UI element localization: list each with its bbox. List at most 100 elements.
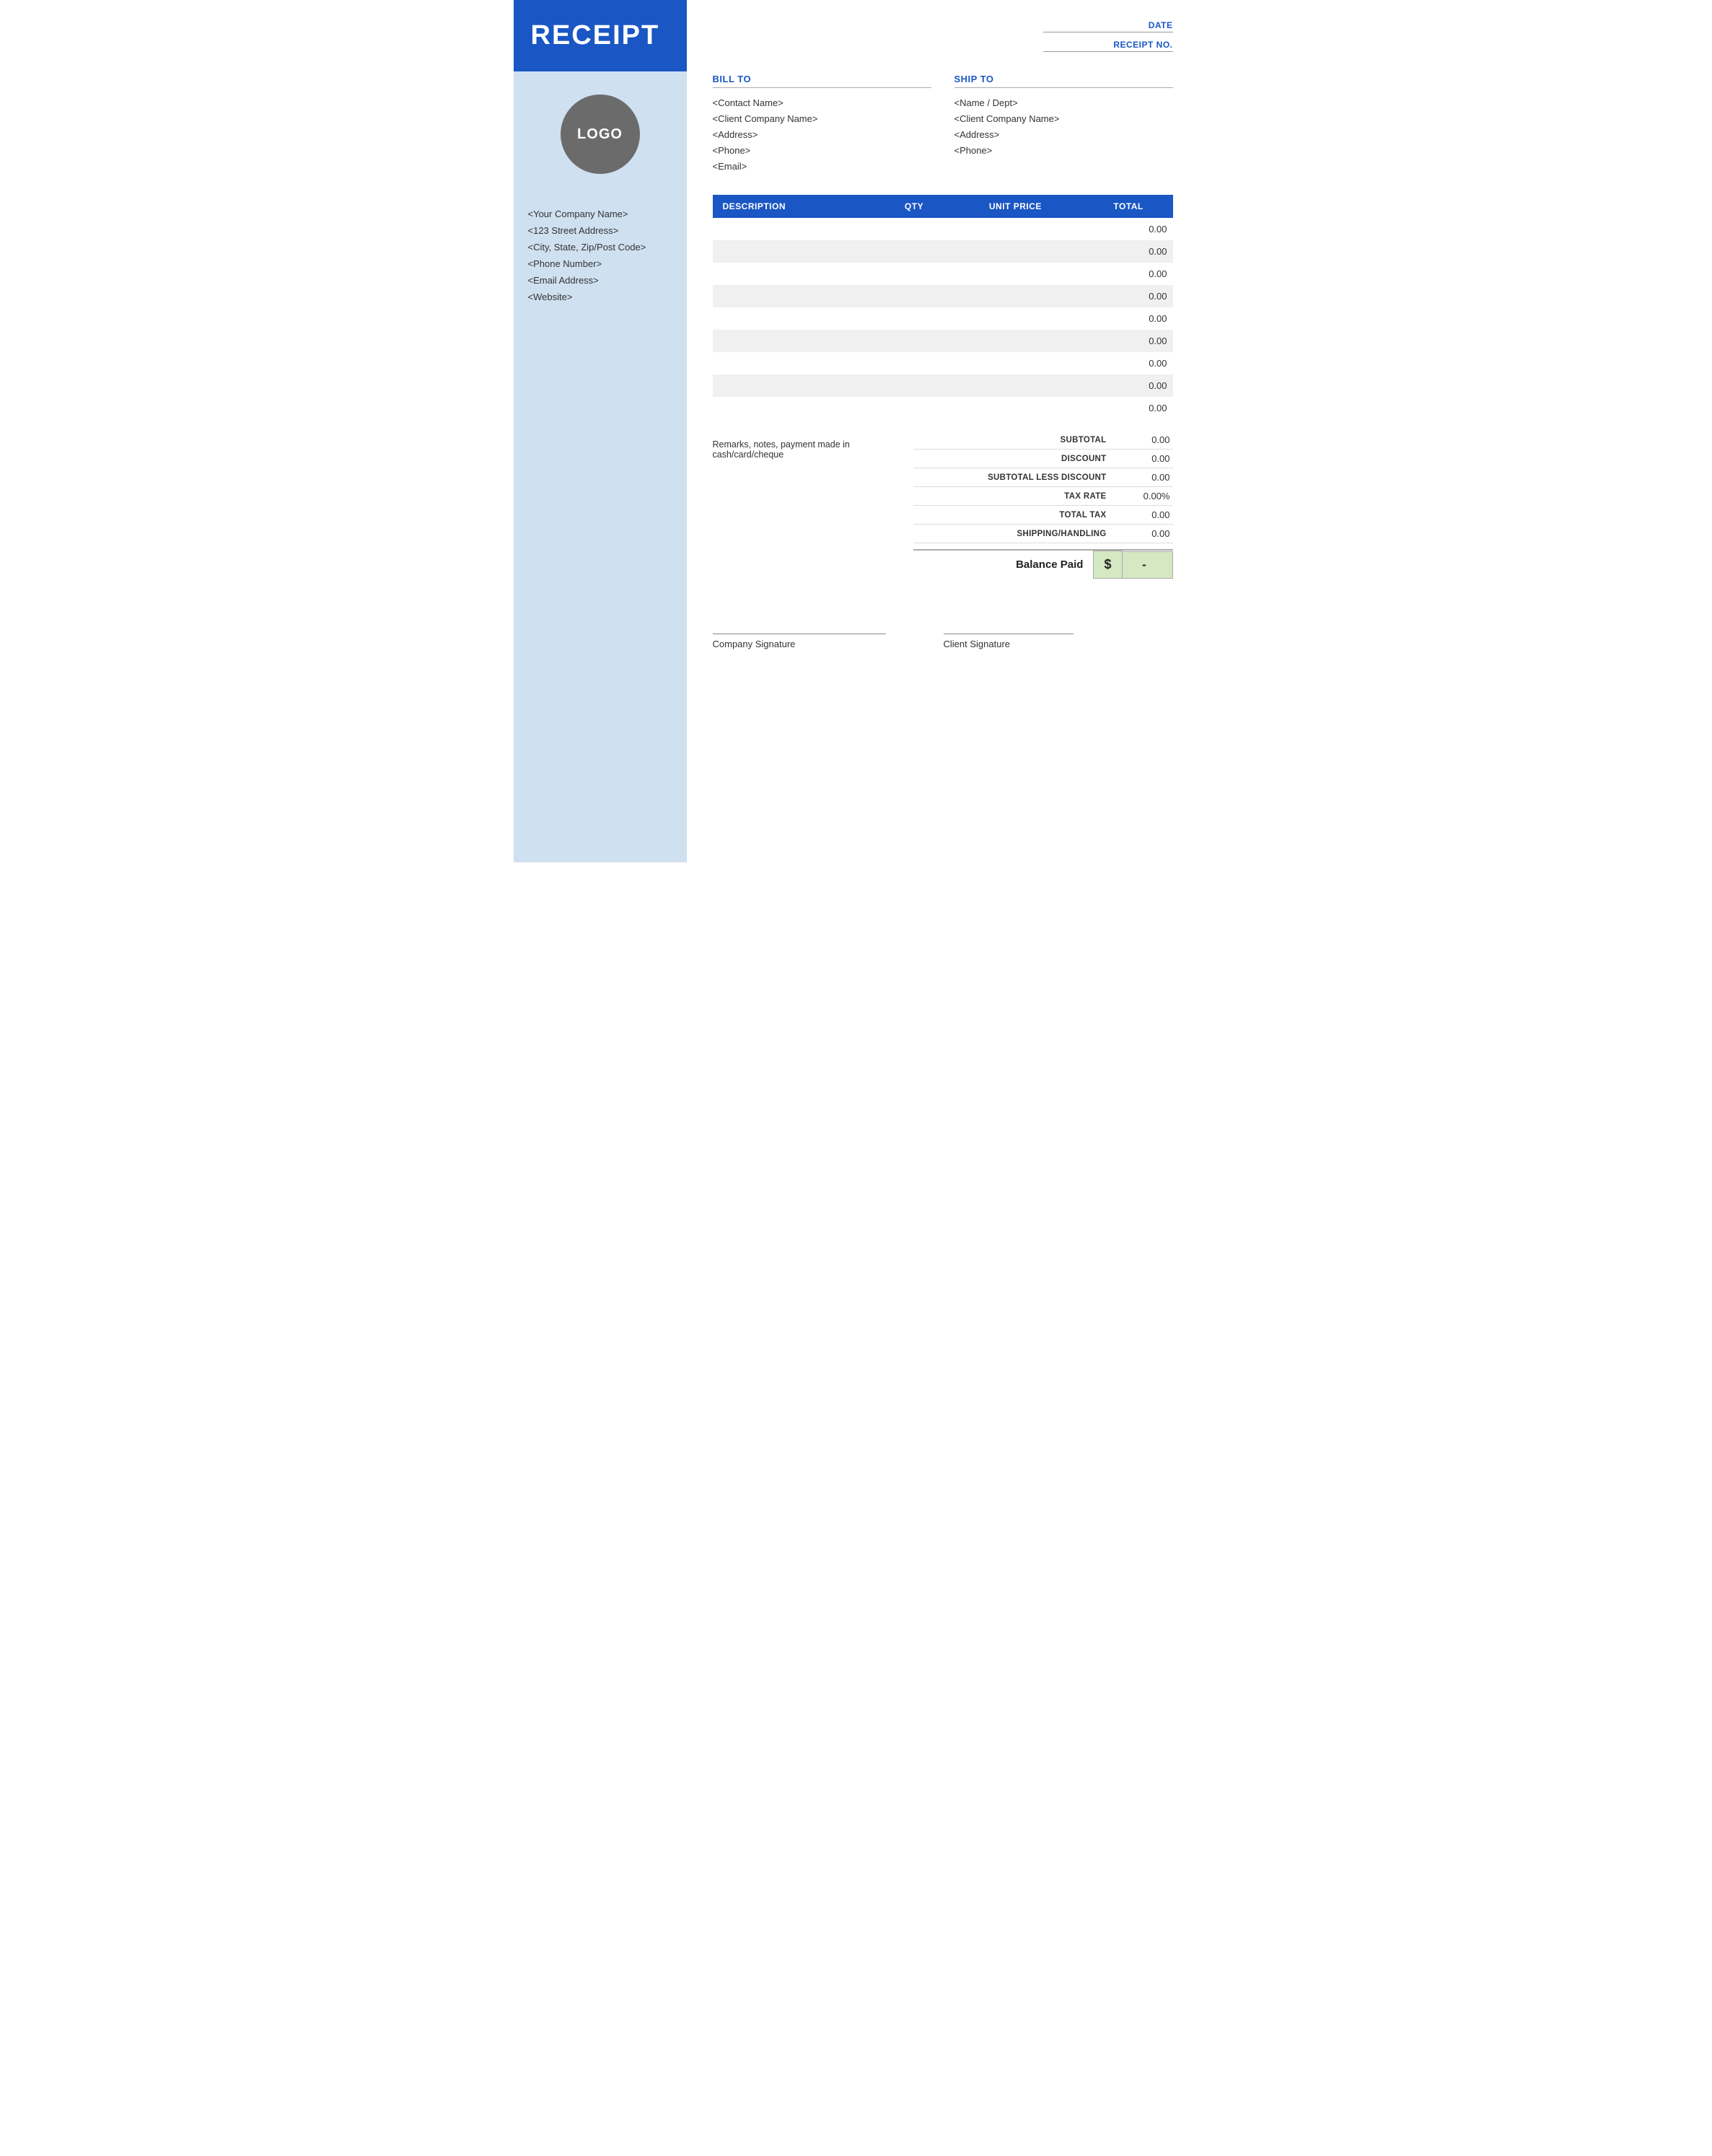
row-total: 0.00	[1084, 307, 1173, 330]
row-description	[713, 218, 882, 240]
logo-circle: LOGO	[561, 95, 640, 174]
subtotal-label: SUBTOTAL	[971, 436, 1115, 444]
discount-row: DISCOUNT 0.00	[913, 450, 1173, 468]
subtotal-less-row: SUBTOTAL LESS DISCOUNT 0.00	[913, 468, 1173, 487]
row-total: 0.00	[1084, 397, 1173, 419]
signature-section: Company Signature Client Signature	[713, 622, 1173, 649]
ship-to-phone: <Phone>	[954, 143, 1173, 159]
row-unit-price	[947, 374, 1084, 397]
total-tax-row: TOTAL TAX 0.00	[913, 506, 1173, 525]
logo-area: LOGO	[514, 71, 687, 191]
receipt-page: RECEIPT LOGO <Your Company Name> <123 St…	[514, 0, 1199, 862]
shipping-row: SHIPPING/HANDLING 0.00	[913, 525, 1173, 543]
row-qty	[882, 330, 947, 352]
row-description	[713, 263, 882, 285]
table-row: 0.00	[713, 397, 1173, 419]
bill-to-company: <Client Company Name>	[713, 111, 931, 127]
row-total: 0.00	[1084, 330, 1173, 352]
row-total: 0.00	[1084, 218, 1173, 240]
row-qty	[882, 263, 947, 285]
company-city: <City, State, Zip/Post Code>	[528, 242, 672, 253]
row-qty	[882, 307, 947, 330]
table-header-row: DESCRIPTION QTY UNIT PRICE TOTAL	[713, 195, 1173, 218]
col-unit-price: UNIT PRICE	[947, 195, 1084, 218]
table-row: 0.00	[713, 263, 1173, 285]
table-row: 0.00	[713, 218, 1173, 240]
logo-text: LOGO	[577, 126, 623, 143]
balance-row: Balance Paid $ -	[913, 549, 1173, 579]
tax-rate-value: 0.00%	[1115, 491, 1173, 501]
col-total: TOTAL	[1084, 195, 1173, 218]
sidebar-header: RECEIPT	[514, 0, 687, 71]
balance-label: Balance Paid	[1016, 558, 1093, 571]
sidebar: RECEIPT LOGO <Your Company Name> <123 St…	[514, 0, 687, 862]
row-description	[713, 307, 882, 330]
company-signature-block: Company Signature	[713, 634, 886, 649]
main-content: DATE RECEIPT NO. BILL TO <Contact Name> …	[687, 0, 1199, 862]
subtotal-row: SUBTOTAL 0.00	[913, 431, 1173, 450]
subtotal-less-label: SUBTOTAL LESS DISCOUNT	[971, 473, 1115, 482]
row-total: 0.00	[1084, 285, 1173, 307]
table-row: 0.00	[713, 374, 1173, 397]
row-total: 0.00	[1084, 263, 1173, 285]
bill-to-phone: <Phone>	[713, 143, 931, 159]
table-row: 0.00	[713, 330, 1173, 352]
row-total: 0.00	[1084, 374, 1173, 397]
bill-to-email: <Email>	[713, 159, 931, 175]
client-signature-label: Client Signature	[944, 639, 1102, 649]
row-unit-price	[947, 285, 1084, 307]
row-description	[713, 374, 882, 397]
totals-block: SUBTOTAL 0.00 DISCOUNT 0.00 SUBTOTAL LES…	[913, 431, 1173, 579]
row-description	[713, 330, 882, 352]
company-website: <Website>	[528, 292, 672, 302]
row-qty	[882, 218, 947, 240]
row-unit-price	[947, 240, 1084, 263]
company-email: <Email Address>	[528, 275, 672, 286]
row-qty	[882, 240, 947, 263]
row-unit-price	[947, 330, 1084, 352]
row-description	[713, 352, 882, 374]
date-label: DATE	[1149, 20, 1173, 30]
receipt-title: RECEIPT	[531, 20, 670, 51]
row-unit-price	[947, 307, 1084, 330]
row-total: 0.00	[1084, 352, 1173, 374]
company-info: <Your Company Name> <123 Street Address>…	[514, 191, 687, 302]
totals-remarks-section: Remarks, notes, payment made in cash/car…	[713, 431, 1173, 579]
address-section: BILL TO <Contact Name> <Client Company N…	[713, 74, 1173, 175]
table-row: 0.00	[713, 352, 1173, 374]
row-qty	[882, 374, 947, 397]
shipping-value: 0.00	[1115, 528, 1173, 539]
receipt-no-underline	[1043, 51, 1173, 52]
row-description	[713, 240, 882, 263]
table-row: 0.00	[713, 240, 1173, 263]
client-signature-block: Client Signature	[944, 634, 1102, 649]
tax-rate-row: TAX RATE 0.00%	[913, 487, 1173, 506]
row-unit-price	[947, 218, 1084, 240]
subtotal-less-value: 0.00	[1115, 472, 1173, 483]
table-row: 0.00	[713, 307, 1173, 330]
date-field: DATE	[1029, 20, 1173, 32]
tax-rate-label: TAX RATE	[971, 492, 1115, 501]
row-description	[713, 285, 882, 307]
balance-value: -	[1123, 551, 1173, 579]
ship-to-name: <Name / Dept>	[954, 95, 1173, 111]
subtotal-value: 0.00	[1115, 434, 1173, 445]
bill-to-title: BILL TO	[713, 74, 931, 88]
ship-to-address: <Address>	[954, 127, 1173, 143]
bill-to-block: BILL TO <Contact Name> <Client Company N…	[713, 74, 931, 175]
shipping-label: SHIPPING/HANDLING	[971, 530, 1115, 538]
discount-label: DISCOUNT	[971, 455, 1115, 463]
remarks-text: Remarks, notes, payment made in cash/car…	[713, 431, 913, 460]
total-tax-label: TOTAL TAX	[971, 511, 1115, 520]
row-description	[713, 397, 882, 419]
company-street: <123 Street Address>	[528, 225, 672, 236]
ship-to-title: SHIP TO	[954, 74, 1173, 88]
row-qty	[882, 285, 947, 307]
discount-value: 0.00	[1115, 453, 1173, 464]
receipt-no-label: RECEIPT NO.	[1113, 40, 1172, 50]
company-phone: <Phone Number>	[528, 258, 672, 269]
col-description: DESCRIPTION	[713, 195, 882, 218]
bill-to-address: <Address>	[713, 127, 931, 143]
row-qty	[882, 397, 947, 419]
ship-to-block: SHIP TO <Name / Dept> <Client Company Na…	[954, 74, 1173, 175]
